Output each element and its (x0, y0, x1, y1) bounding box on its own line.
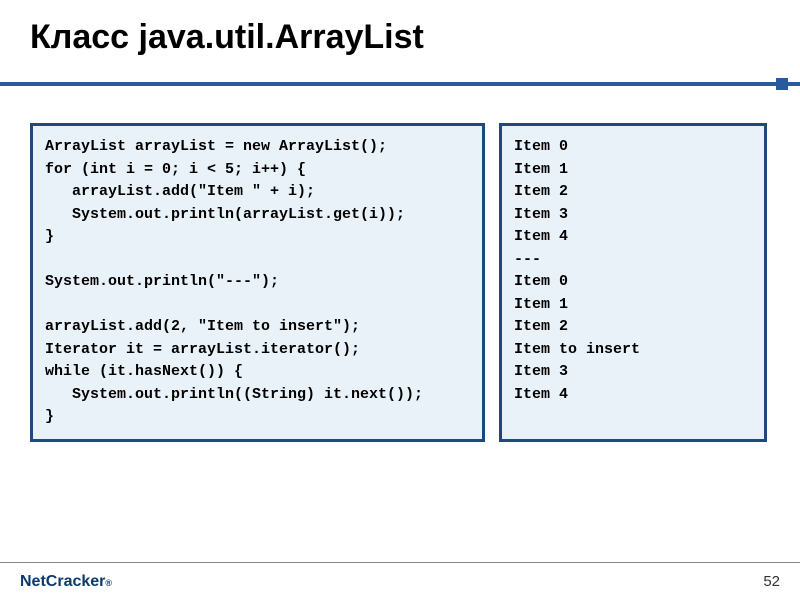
code-block-output: Item 0 Item 1 Item 2 Item 3 Item 4 --- I… (499, 123, 767, 442)
title-divider (0, 82, 800, 86)
code-block-source: ArrayList arrayList = new ArrayList(); f… (30, 123, 485, 442)
logo-text-net: Net (20, 573, 46, 591)
slide-title: Класс java.util.ArrayList (30, 18, 770, 57)
content-row: ArrayList arrayList = new ArrayList(); f… (30, 123, 770, 442)
logo-registered-icon: ® (105, 578, 112, 588)
slide-footer: NetCracker® 52 (0, 562, 800, 600)
logo-text-cracker: Cracker (46, 573, 106, 591)
footer-logo: NetCracker® (20, 573, 112, 591)
page-number: 52 (763, 573, 780, 590)
slide-container: Класс java.util.ArrayList ArrayList arra… (0, 0, 800, 600)
